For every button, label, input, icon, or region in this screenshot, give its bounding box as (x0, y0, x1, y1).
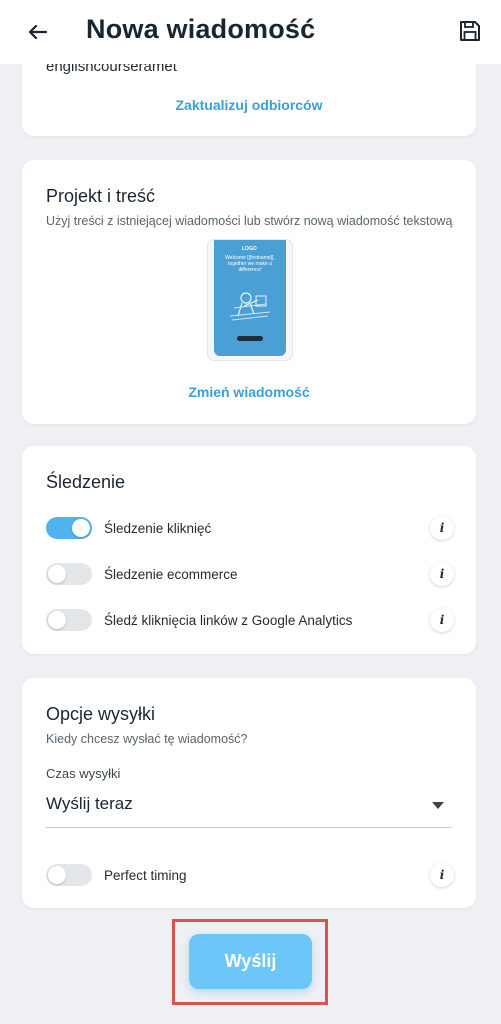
tracking-card: Śledzenie Śledzenie kliknięć i Śledzenie… (22, 446, 476, 654)
change-message-link[interactable]: Zmień wiadomość (22, 384, 476, 400)
save-button[interactable] (455, 16, 485, 46)
message-thumbnail[interactable]: LOGO Welcome [[firstname]], together we … (208, 240, 292, 360)
highlight-box: Wyślij (172, 919, 328, 1005)
send-time-label: Czas wysyłki (46, 766, 121, 781)
chevron-down-icon (432, 802, 444, 809)
send-button[interactable]: Wyślij (189, 934, 312, 989)
sending-subtitle: Kiedy chcesz wysłać tę wiadomość? (46, 732, 248, 746)
design-title: Projekt i treść (46, 186, 156, 206)
illustration-icon (229, 292, 271, 321)
back-button[interactable] (22, 18, 54, 46)
thumbnail-headline: Welcome [[firstname]], together we make … (225, 255, 275, 273)
info-icon[interactable]: i (430, 562, 454, 586)
tracking-row-clicks: Śledzenie kliknięć i (46, 514, 454, 542)
google-analytics-label: Śledź kliknięcia linków z Google Analyti… (104, 612, 353, 628)
send-time-select[interactable]: Wyślij teraz (46, 788, 452, 828)
tracking-title: Śledzenie (46, 472, 126, 492)
click-tracking-label: Śledzenie kliknięć (104, 520, 212, 536)
design-subtitle: Użyj treści z istniejącej wiadomości lub… (46, 214, 453, 228)
click-tracking-toggle[interactable] (46, 517, 92, 539)
design-card: Projekt i treść Użyj treści z istniejące… (22, 160, 476, 424)
thumbnail-button (237, 336, 263, 341)
perfect-timing-label: Perfect timing (104, 867, 187, 883)
thumbnail-body: LOGO Welcome [[firstname]], together we … (214, 240, 286, 356)
page-title: Nowa wiadomość (86, 14, 316, 44)
tracking-row-ecommerce: Śledzenie ecommerce i (46, 560, 454, 588)
thumbnail-logo: LOGO (242, 246, 257, 252)
info-icon[interactable]: i (430, 863, 454, 887)
sending-options-card: Opcje wysyłki Kiedy chcesz wysłać tę wia… (22, 678, 476, 908)
arrow-left-icon (29, 25, 47, 39)
send-time-value: Wyślij teraz (46, 794, 133, 813)
ecommerce-tracking-label: Śledzenie ecommerce (104, 566, 238, 582)
sending-title: Opcje wysyłki (46, 704, 156, 724)
top-bar: Nowa wiadomość (0, 0, 501, 64)
info-icon[interactable]: i (430, 516, 454, 540)
save-icon (460, 21, 480, 41)
update-recipients-link[interactable]: Zaktualizuj odbiorców (22, 97, 476, 113)
google-analytics-toggle[interactable] (46, 609, 92, 631)
perfect-timing-row: Perfect timing i (46, 861, 454, 889)
info-icon[interactable]: i (430, 608, 454, 632)
perfect-timing-toggle[interactable] (46, 864, 92, 886)
tracking-row-google-analytics: Śledź kliknięcia linków z Google Analyti… (46, 606, 454, 634)
ecommerce-tracking-toggle[interactable] (46, 563, 92, 585)
